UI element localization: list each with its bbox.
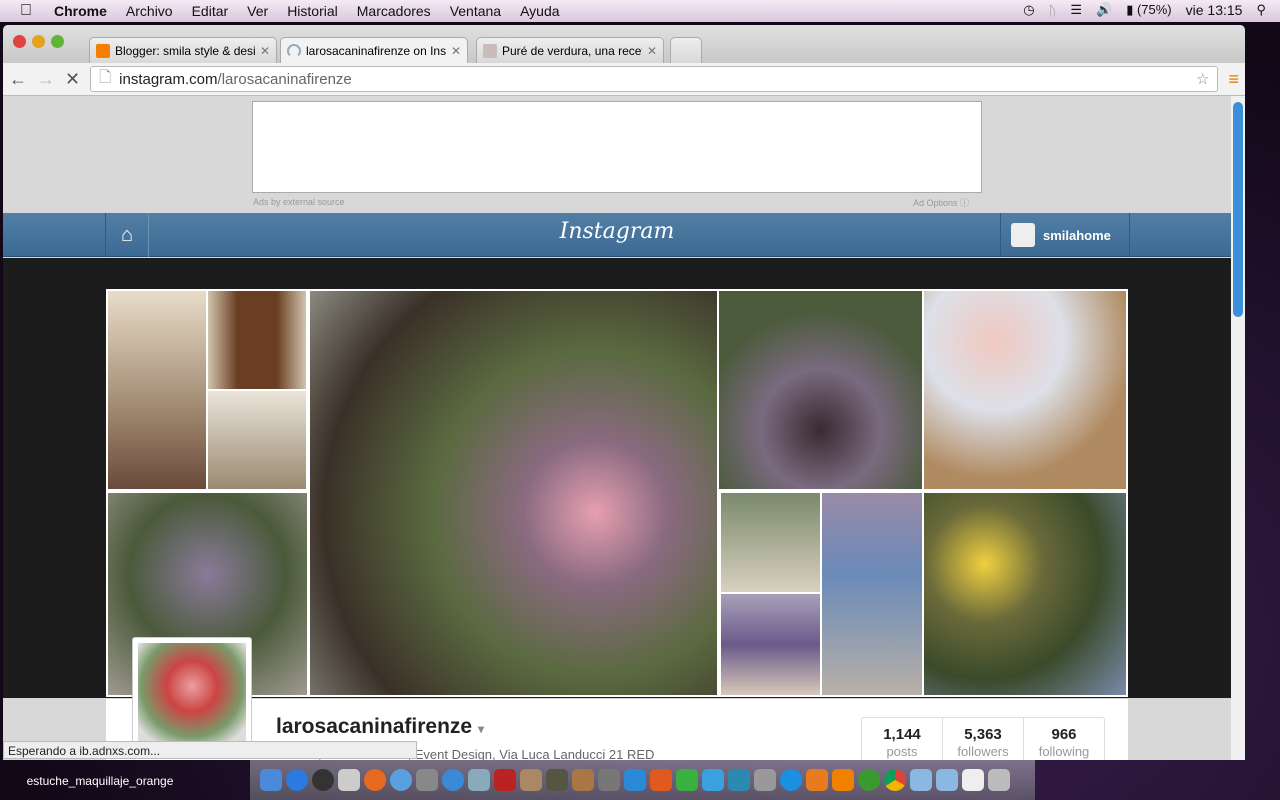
safari-icon[interactable] [390,769,412,791]
dashboard-icon[interactable] [312,769,334,791]
new-tab-button[interactable] [670,37,702,63]
battery-percent: (75%) [1136,2,1172,17]
tab-instagram[interactable]: larosacaninafirenze on Instagram✕ [280,37,468,63]
volume-icon[interactable]: 🔊 [1096,2,1112,18]
firefox-icon[interactable] [364,769,386,791]
itunes-icon[interactable] [442,769,464,791]
page-icon: 🗋 [99,68,112,86]
finder-icon[interactable] [260,769,282,791]
garageband-icon[interactable] [572,769,594,791]
imovie-icon[interactable] [546,769,568,791]
spotlight-icon[interactable]: ⚲ [1256,2,1266,18]
downloader-icon[interactable] [728,769,750,791]
apple-icon[interactable]:  [20,2,40,20]
minimize-window-button[interactable] [32,35,45,48]
close-tab-icon[interactable]: ✕ [260,44,270,58]
close-window-button[interactable] [13,35,26,48]
address-bar[interactable]: 🗋 instagram.com/larosacaninafirenze ☆ [90,66,1219,92]
download-file-icon[interactable] [962,769,984,791]
wifi-icon[interactable]: ☰ [1070,2,1082,18]
loading-spinner-icon [287,43,301,58]
menu-marcadores[interactable]: Marcadores [357,3,431,19]
tab-blogger[interactable]: Blogger: smila style & design ✕ [89,37,277,63]
messenger-icon[interactable] [702,769,724,791]
iphoto-icon[interactable] [468,769,490,791]
app-store-icon[interactable] [286,769,308,791]
trash-icon[interactable] [988,769,1010,791]
preview-icon[interactable] [338,769,360,791]
stop-icon[interactable]: ✕ [65,69,80,90]
system-preferences-icon[interactable] [598,769,620,791]
chrome-icon[interactable] [884,769,906,791]
chrome-menu-icon[interactable]: ≡ [1228,69,1239,90]
satellite-icon[interactable] [754,769,776,791]
dock [250,760,1035,800]
facetime-icon[interactable] [416,769,438,791]
photo-booth-icon[interactable] [494,769,516,791]
zoom-window-button[interactable] [51,35,64,48]
image-capture-icon[interactable] [520,769,542,791]
blogger-icon [96,43,110,58]
utorrent-icon[interactable] [858,769,880,791]
close-tab-icon[interactable]: ✕ [647,44,657,58]
powerpoint-icon[interactable] [650,769,672,791]
word-icon[interactable] [624,769,646,791]
update-icon[interactable] [780,769,802,791]
time-machine-icon[interactable]: ◷ [1023,2,1034,18]
bluetooth-icon[interactable]: ᚢ [1049,3,1057,18]
battery-icon[interactable]: ▮ (75%) [1126,2,1171,18]
browser-window: Blogger: smila style & design ✕ larosacan… [3,25,1245,760]
bookmark-star-icon[interactable]: ☆ [1196,70,1209,88]
recipe-favicon-icon [483,43,497,58]
status-bar: Esperando a ib.adnxs.com... [3,741,417,759]
menu-archivo[interactable]: Archivo [126,3,173,19]
desktop-file[interactable]: estuche_maquillaje_orange [20,774,180,788]
clock[interactable]: vie 13:15 [1186,2,1243,18]
menu-app[interactable]: Chrome [54,3,107,19]
player-icon[interactable] [806,769,828,791]
menu-editar[interactable]: Editar [192,3,229,19]
excel-icon[interactable] [676,769,698,791]
applications-folder-icon[interactable] [910,769,932,791]
tab-pure[interactable]: Puré de verdura, una receta ✕ [476,37,664,63]
menu-bar:  Chrome Archivo Editar Ver Historial Ma… [0,0,1280,22]
back-icon[interactable]: ← [9,69,27,90]
menu-ver[interactable]: Ver [247,3,268,19]
close-tab-icon[interactable]: ✕ [451,44,461,58]
menu-historial[interactable]: Historial [287,3,338,19]
documents-folder-icon[interactable] [936,769,958,791]
vlc-icon[interactable] [832,769,854,791]
menu-ayuda[interactable]: Ayuda [520,3,559,19]
menu-ventana[interactable]: Ventana [450,3,501,19]
forward-icon[interactable]: → [37,69,55,90]
